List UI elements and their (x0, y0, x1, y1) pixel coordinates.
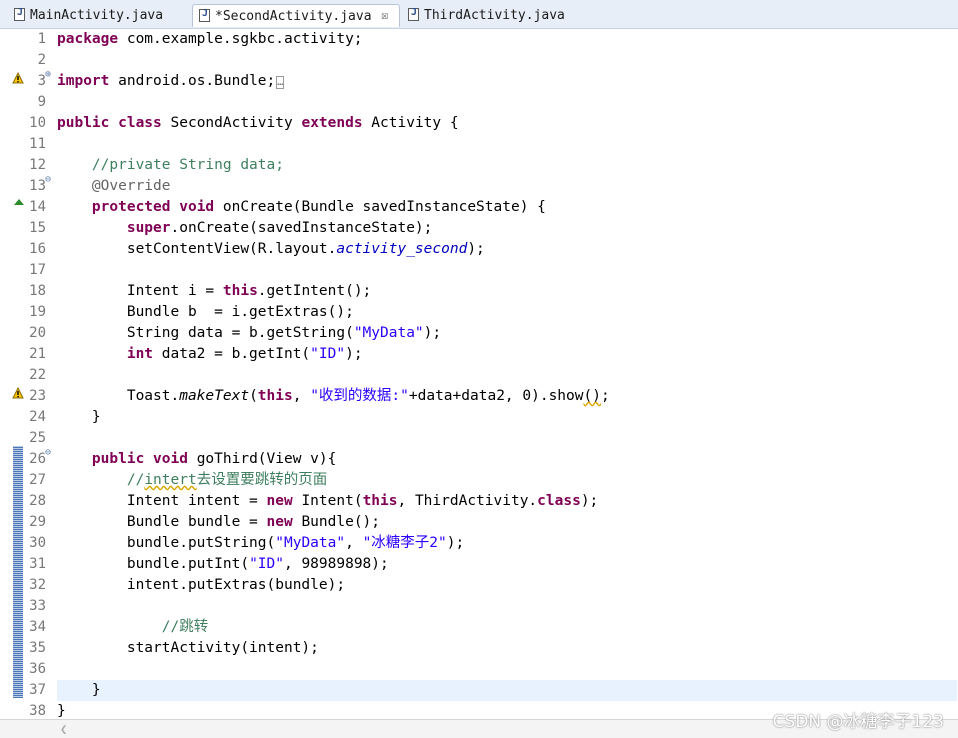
line-number: 12 (29, 157, 46, 173)
line-number: 21 (29, 346, 46, 362)
code-line: //intert去设置要跳转的页面 (57, 472, 328, 488)
annotation-ruler (0, 29, 12, 719)
code-line: @Override (57, 178, 171, 194)
code-editor[interactable]: package com.example.sgkbc.activity; impo… (57, 29, 957, 722)
line-number: 1 (37, 31, 46, 47)
line-number: 13 (29, 178, 46, 194)
line-number: 2 (37, 52, 46, 68)
code-line: bundle.putString("MyData", "冰糖李子2"); (57, 535, 465, 551)
line-number-gutter: 1 2 3 9 10 11 12 13 14 15 16 17 18 19 20… (12, 29, 46, 722)
line-number: 31 (29, 556, 46, 572)
code-line: import android.os.Bundle;… (57, 73, 285, 89)
line-number: 25 (29, 430, 46, 446)
line-number: 33 (29, 598, 46, 614)
tab-label: *SecondActivity.java (215, 9, 372, 24)
code-line: public void goThird(View v){ (57, 451, 337, 467)
line-number: 23 (29, 388, 46, 404)
tab-third-activity[interactable]: ThirdActivity.java (402, 4, 582, 27)
code-line: Bundle bundle = new Bundle(); (57, 514, 381, 530)
line-number: 22 (29, 367, 46, 383)
code-line: super.onCreate(savedInstanceState); (57, 220, 433, 236)
code-line: int data2 = b.getInt("ID"); (57, 346, 363, 362)
line-number: 36 (29, 661, 46, 677)
line-number: 11 (29, 136, 46, 152)
watermark: CSDN @冰糖李子123 (772, 712, 944, 732)
tab-main-activity[interactable]: MainActivity.java (8, 4, 188, 27)
tab-second-activity[interactable]: *SecondActivity.java ☒ (192, 4, 400, 27)
line-number: 3 (37, 73, 46, 89)
line-number: 15 (29, 220, 46, 236)
line-number: 20 (29, 325, 46, 341)
line-number: 28 (29, 493, 46, 509)
code-line: Toast.makeText(this, "收到的数据:"+data+data2… (57, 388, 610, 404)
tab-label: MainActivity.java (30, 8, 164, 23)
code-line: protected void onCreate(Bundle savedInst… (57, 199, 546, 215)
java-file-icon (199, 8, 210, 22)
line-number: 19 (29, 304, 46, 320)
code-line: //跳转 (57, 619, 209, 635)
line-number: 10 (29, 115, 46, 131)
editor-tab-bar: MainActivity.java *SecondActivity.java ☒… (0, 0, 958, 29)
line-number: 34 (29, 619, 46, 635)
current-code-line: } (57, 680, 957, 701)
line-number: 27 (29, 472, 46, 488)
code-line: package com.example.sgkbc.activity; (57, 31, 363, 47)
code-line: intent.putExtras(bundle); (57, 577, 346, 593)
tab-label: ThirdActivity.java (424, 8, 565, 23)
line-number: 35 (29, 640, 46, 656)
line-number: 9 (37, 94, 46, 110)
close-icon[interactable]: ☒ (381, 8, 388, 22)
folded-imports-box[interactable]: … (276, 76, 285, 89)
code-line: setContentView(R.layout.activity_second)… (57, 241, 485, 257)
code-line: startActivity(intent); (57, 640, 319, 656)
line-number: 17 (29, 262, 46, 278)
code-line: } (57, 409, 101, 425)
code-line: Intent intent = new Intent(this, ThirdAc… (57, 493, 599, 509)
line-number: 14 (29, 199, 46, 215)
code-line: //private String data; (57, 157, 284, 173)
scroll-left-icon[interactable]: ❮ (60, 722, 67, 736)
code-line: Intent i = this.getIntent(); (57, 283, 372, 299)
line-number: 30 (29, 535, 46, 551)
line-number: 32 (29, 577, 46, 593)
line-number: 24 (29, 409, 46, 425)
java-file-icon (14, 7, 25, 21)
code-line: bundle.putInt("ID", 98989898); (57, 556, 389, 572)
line-number: 37 (29, 682, 46, 698)
java-file-icon (408, 7, 419, 21)
code-line: public class SecondActivity extends Acti… (57, 115, 459, 131)
code-line: String data = b.getString("MyData"); (57, 325, 442, 341)
line-number: 29 (29, 514, 46, 530)
code-line: Bundle b = i.getExtras(); (57, 304, 354, 320)
line-number: 16 (29, 241, 46, 257)
line-number: 18 (29, 283, 46, 299)
line-number: 26 (29, 451, 46, 467)
